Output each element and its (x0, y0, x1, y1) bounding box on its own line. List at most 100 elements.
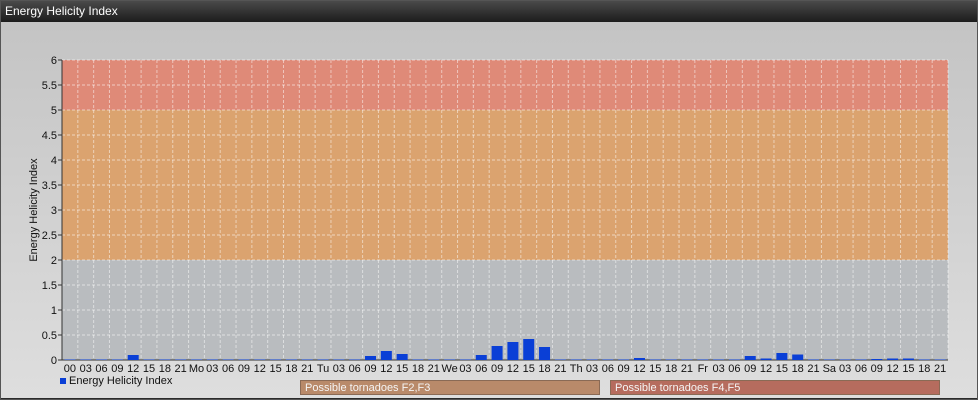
x-tick-label: 12 (633, 363, 645, 375)
bar[interactable] (143, 359, 155, 361)
x-tick-label: 18 (159, 363, 171, 375)
bar[interactable] (792, 354, 804, 361)
bar[interactable] (159, 359, 171, 361)
bar[interactable] (586, 359, 598, 361)
bar[interactable] (649, 359, 661, 361)
bar[interactable] (902, 358, 914, 361)
x-tick-label: Th (570, 363, 583, 375)
bar[interactable] (776, 353, 788, 360)
bar[interactable] (744, 356, 756, 360)
bar[interactable] (554, 359, 566, 361)
x-tick-label: Sa (823, 363, 837, 375)
x-tick-label: 06 (95, 363, 107, 375)
y-tick-label: 3.5 (42, 180, 57, 192)
bar[interactable] (111, 359, 123, 361)
bar[interactable] (190, 359, 202, 361)
bar[interactable] (475, 355, 487, 360)
bar[interactable] (839, 359, 851, 361)
bar[interactable] (270, 359, 282, 361)
x-tick-label: 12 (380, 363, 392, 375)
bar[interactable] (570, 359, 582, 361)
y-tick-label: 3 (51, 205, 57, 217)
x-tick-label: 06 (728, 363, 740, 375)
x-tick-label: 03 (839, 363, 851, 375)
x-tick-label: 21 (301, 363, 313, 375)
x-tick-label: 09 (238, 363, 250, 375)
bar[interactable] (760, 358, 772, 361)
bar[interactable] (539, 347, 551, 360)
legend-item[interactable]: Energy Helicity Index (60, 375, 172, 387)
bar[interactable] (238, 359, 250, 361)
x-tick-label: Mo (189, 363, 204, 375)
bar[interactable] (80, 359, 92, 361)
x-tick-label: 21 (175, 363, 187, 375)
bar[interactable] (380, 351, 392, 360)
bar[interactable] (918, 359, 930, 361)
x-tick-label: 09 (491, 363, 503, 375)
bar[interactable] (206, 359, 218, 361)
x-tick-label: 15 (396, 363, 408, 375)
x-tick-label: 03 (712, 363, 724, 375)
bar[interactable] (333, 359, 345, 361)
bar[interactable] (459, 359, 471, 361)
y-tick-label: 1 (51, 305, 57, 317)
y-tick-label: 2.5 (42, 230, 57, 242)
x-tick-label: 12 (127, 363, 139, 375)
x-tick-label: 12 (254, 363, 266, 375)
x-tick-label: 12 (507, 363, 519, 375)
bar[interactable] (222, 359, 234, 361)
y-axis-label: Energy Helicity Index (28, 158, 40, 262)
bar[interactable] (713, 359, 725, 361)
bar[interactable] (412, 359, 424, 361)
y-tick-label: 0.5 (42, 330, 57, 342)
bar[interactable] (396, 354, 408, 360)
bar[interactable] (523, 339, 535, 360)
bar[interactable] (285, 359, 297, 361)
bar[interactable] (175, 359, 187, 361)
x-tick-label: 06 (855, 363, 867, 375)
x-tick-label: 15 (776, 363, 788, 375)
bar[interactable] (618, 359, 630, 361)
bar[interactable] (871, 359, 883, 360)
x-tick-label: 03 (80, 363, 92, 375)
bar[interactable] (491, 346, 503, 360)
zone-label-f4-f5: Possible tornadoes F4,F5 (610, 380, 940, 395)
y-tick-labels: 0 0.5 1 1.5 2 2.5 3 3.5 4 4.5 5 5.5 6 (42, 55, 62, 367)
bar[interactable] (728, 359, 740, 361)
x-tick-label: 18 (918, 363, 930, 375)
bar[interactable] (602, 359, 614, 361)
legend-swatch-icon (60, 378, 66, 385)
x-tick-label: 09 (744, 363, 756, 375)
bar[interactable] (887, 358, 899, 361)
x-tick-label: 21 (934, 363, 946, 375)
x-tick-label: 00 (64, 363, 76, 375)
bar[interactable] (823, 359, 835, 361)
bar[interactable] (633, 358, 645, 360)
bar[interactable] (507, 342, 519, 360)
bar[interactable] (681, 359, 693, 361)
bar[interactable] (697, 359, 709, 361)
bar[interactable] (301, 359, 313, 361)
bar[interactable] (349, 359, 361, 361)
bar[interactable] (127, 355, 139, 360)
bar[interactable] (365, 356, 377, 360)
x-tick-label: Tu (317, 363, 329, 375)
bar[interactable] (64, 359, 76, 361)
y-tick-label: 0 (51, 355, 57, 367)
bar[interactable] (96, 359, 108, 361)
x-tick-label: 09 (618, 363, 630, 375)
bar[interactable] (934, 359, 946, 361)
bar[interactable] (254, 359, 266, 361)
bar[interactable] (808, 359, 820, 361)
legend-label: Energy Helicity Index (69, 375, 173, 387)
x-tick-label: 18 (285, 363, 297, 375)
bar[interactable] (317, 359, 329, 361)
bar[interactable] (665, 359, 677, 361)
x-tick-label: 21 (681, 363, 693, 375)
x-tick-label: 18 (538, 363, 550, 375)
bar[interactable] (428, 359, 440, 361)
y-tick-label: 5.5 (42, 80, 57, 92)
energy-helicity-chart: 00 03 06 09 12 15 18 21 Mo 03 06 09 12 15 18 21 Tu 03 06 09… (28, 55, 949, 375)
bar[interactable] (855, 359, 867, 361)
bar[interactable] (444, 359, 456, 361)
